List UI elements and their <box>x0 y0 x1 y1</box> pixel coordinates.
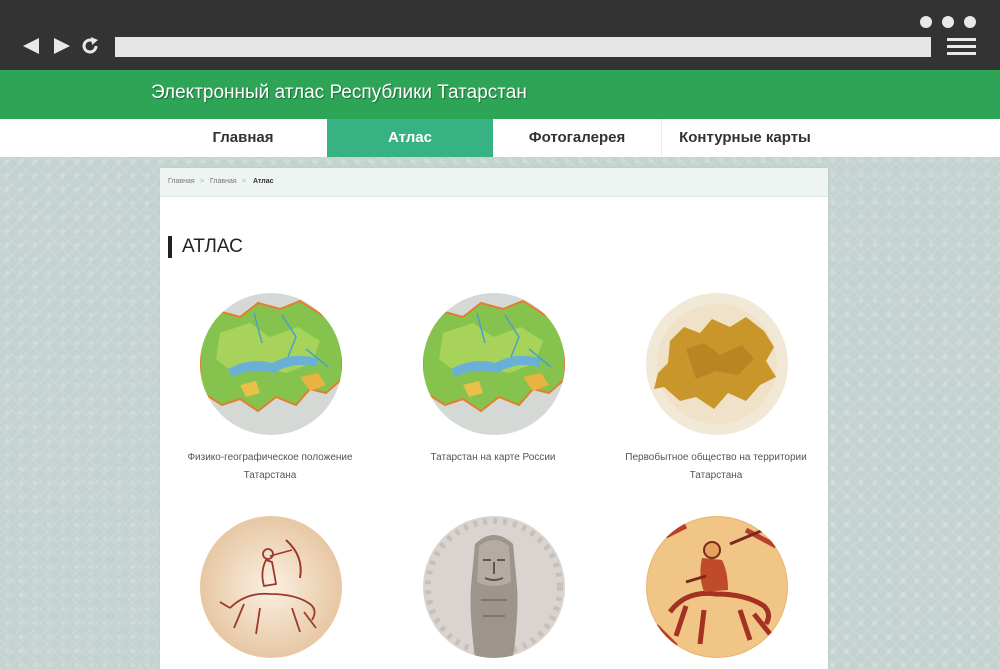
site-title: Электронный атлас Республики Татарстан <box>151 82 527 103</box>
menu-item-home[interactable]: Главная <box>160 119 326 157</box>
reload-icon[interactable] <box>80 36 100 56</box>
physical-map-image <box>200 293 342 435</box>
main-menu: Главная Атлас Фотогалерея Контурные карт… <box>0 119 1000 157</box>
horse-archer-drawing-image <box>200 516 342 658</box>
content-panel: Главная > Главная > Атлас АТЛАС Физико-г… <box>160 168 828 669</box>
atlas-item-caption: Первобытное общество на территории Татар… <box>625 452 807 481</box>
stone-idol-image <box>423 516 565 658</box>
back-arrow-icon[interactable] <box>22 36 42 56</box>
site-header: Электронный атлас Республики Татарстан <box>0 70 1000 119</box>
hamburger-menu-icon[interactable] <box>947 38 976 58</box>
breadcrumb-separator-icon: > <box>242 178 247 185</box>
forward-arrow-icon[interactable] <box>51 36 71 56</box>
breadcrumb-link-home[interactable]: Главная <box>168 178 195 185</box>
physical-map-image <box>423 293 565 435</box>
menu-item-atlas[interactable]: Атлас <box>327 119 493 157</box>
breadcrumb-link-home-2[interactable]: Главная <box>210 178 237 185</box>
browser-chrome <box>0 0 1000 70</box>
breadcrumb: Главная > Главная > Атлас <box>160 168 828 197</box>
atlas-item-caption: Физико-географическое положение Татарста… <box>187 452 353 481</box>
page-title: АТЛАС <box>168 236 243 258</box>
more-dots-icon[interactable] <box>920 16 980 30</box>
menu-item-photogallery[interactable]: Фотогалерея <box>494 119 660 157</box>
atlas-item-caption: Татарстан на карте России <box>430 452 556 463</box>
address-bar[interactable] <box>115 37 931 57</box>
breadcrumb-separator-icon: > <box>200 178 205 185</box>
breadcrumb-current: Атлас <box>253 178 274 185</box>
horseman-fresco-image <box>646 516 788 658</box>
menu-item-contour-maps[interactable]: Контурные карты <box>661 119 828 157</box>
ancient-map-image <box>646 293 788 435</box>
